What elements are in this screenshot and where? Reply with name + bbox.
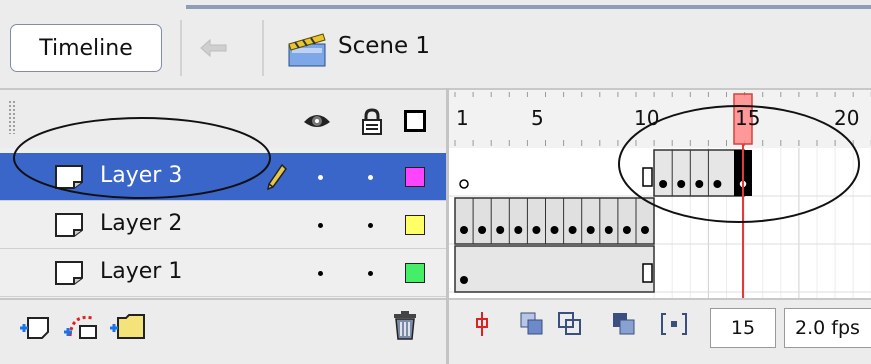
current-frame-field: 15 [710,308,776,348]
keyframe-dot [460,226,468,234]
header-separator [262,20,264,76]
scene-label[interactable]: Scene 1 [338,33,430,59]
layer-name: Layer 2 [100,211,183,236]
outline-icon[interactable] [404,110,426,132]
center-frame-icon[interactable] [468,310,496,338]
edit-multiple-frames-icon[interactable] [610,310,638,338]
keyframe-dot [695,180,704,188]
back-button[interactable] [190,30,238,66]
header-separator [180,20,182,76]
ruler-label: 15 [735,106,761,130]
layer-icon [55,261,83,285]
layer1-keyframe [460,276,468,284]
visibility-dot[interactable] [318,223,323,228]
frames-grid-canvas [449,90,871,298]
keyframe-dot [532,226,541,234]
keyframe-dot [496,226,505,234]
layer3-endframe [642,167,653,187]
delete-layer-icon[interactable] [392,310,418,340]
lock-dot[interactable] [368,223,373,228]
ruler-label: 5 [531,106,544,130]
header-accent-line [186,5,871,9]
layer-color-swatch[interactable] [405,263,425,283]
frames-grid[interactable] [449,90,871,298]
layer-name: Layer 1 [100,259,183,284]
add-motion-guide-icon[interactable] [62,310,102,340]
keyframe-dot [604,226,613,234]
layer-row[interactable]: Layer 1 [0,249,446,297]
keyframe-dot [478,226,487,234]
layer-color-swatch[interactable] [405,215,425,235]
keyframe-dot [641,226,649,234]
back-arrow-icon [200,38,227,58]
keyframe-dot [586,226,595,234]
modify-onion-markers-icon[interactable] [660,310,688,338]
keyframe-dot [550,226,559,234]
keyframe-dot [659,180,668,188]
timeline-button[interactable]: Timeline [10,24,162,72]
keyframe-dot [568,226,577,234]
layer3-empty-keyframe [459,179,469,189]
ruler-label: 20 [834,106,860,130]
insert-layer-icon[interactable] [18,312,50,340]
keyframe-dot [622,226,631,234]
visibility-dot[interactable] [318,175,323,180]
visibility-dot[interactable] [318,271,323,276]
insert-layer-folder-icon[interactable] [108,310,148,340]
layer3-frame-span [653,149,745,197]
eye-icon[interactable] [302,110,332,136]
lock-icon[interactable] [360,108,384,140]
layer1-frame-span [454,245,655,293]
onion-skin-outlines-icon[interactable] [556,310,584,338]
layer-color-swatch[interactable] [405,167,425,187]
layer1-endframe [642,263,653,283]
onion-skin-icon[interactable] [518,310,546,338]
ruler-label: 1 [456,106,469,130]
keyframe-dot [713,180,722,188]
lock-dot[interactable] [368,271,373,276]
scene-clapperboard-icon [283,28,331,68]
frame-rate-field[interactable]: 2.0 fps [784,308,871,348]
annotation-ellipse-layers [13,117,271,199]
lock-dot[interactable] [368,175,373,180]
layer2-frame-span [454,197,655,245]
keyframe-dot [677,180,686,188]
layer-icon [55,213,83,237]
keyframe-dot [514,226,523,234]
ruler-label: 10 [634,106,660,130]
